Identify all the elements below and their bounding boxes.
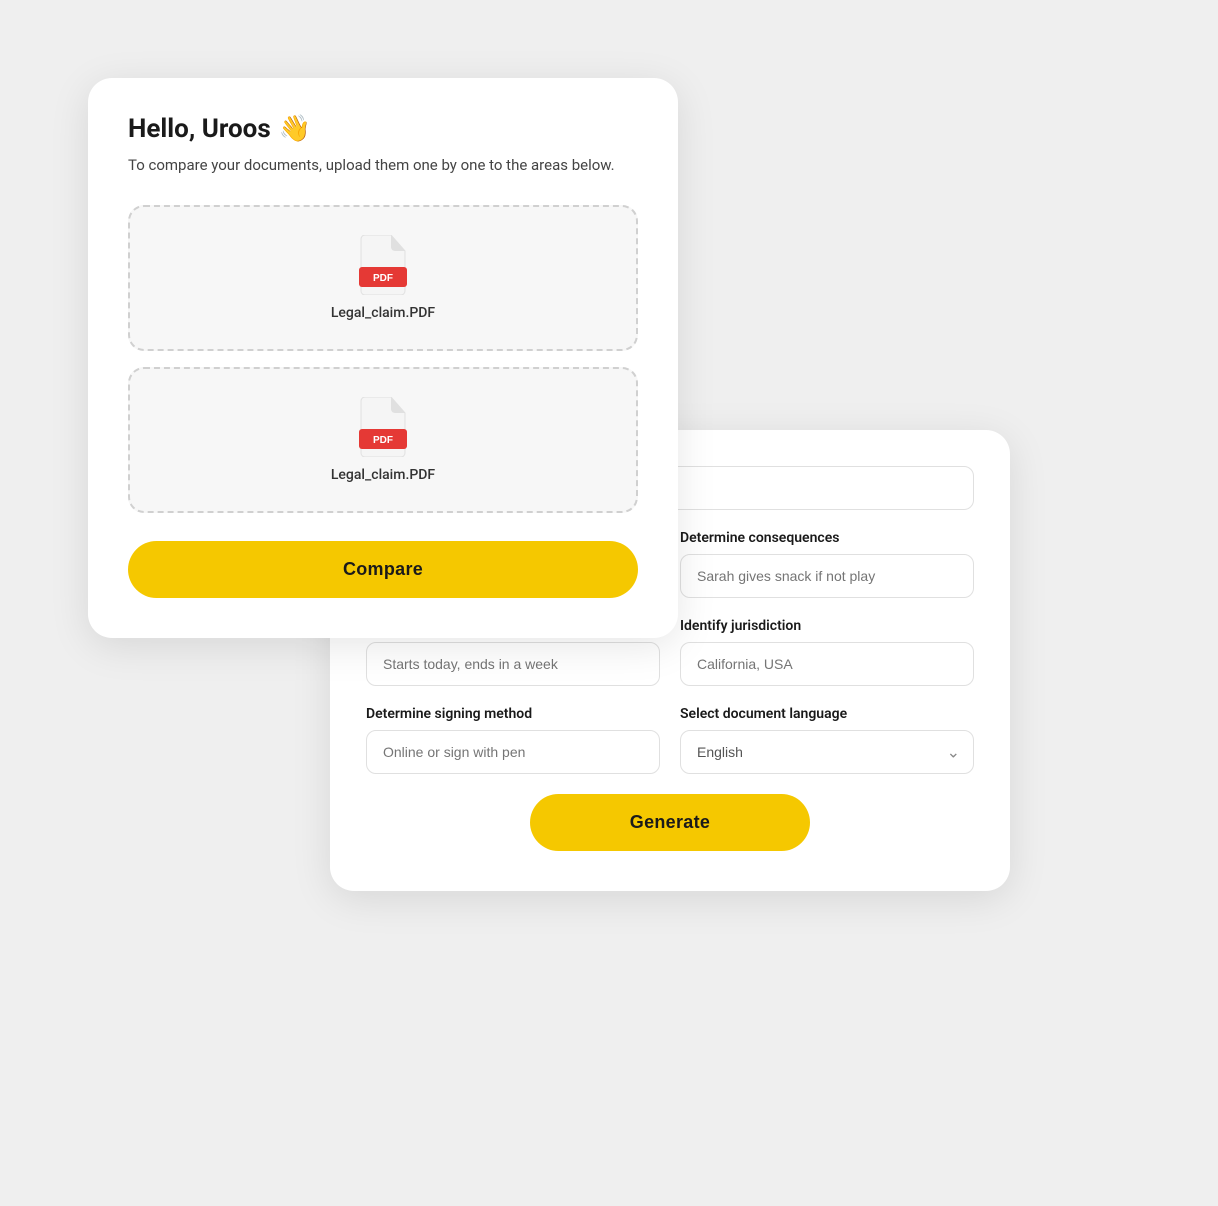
determine-consequences-group: Determine consequences xyxy=(680,530,974,598)
identify-jurisdiction-label: Identify jurisdiction xyxy=(680,618,974,634)
determine-signing-group: Determine signing method xyxy=(366,706,660,774)
specify-dates-input[interactable] xyxy=(366,642,660,686)
file-name-2: Legal_claim.PDF xyxy=(331,467,435,483)
form-row-3: Determine signing method Select document… xyxy=(366,706,974,774)
upload-zone-1[interactable]: PDF Legal_claim.PDF xyxy=(128,205,638,351)
select-language-label: Select document language xyxy=(680,706,974,722)
select-language-group: Select document language English Spanish… xyxy=(680,706,974,774)
pdf-icon-2: PDF xyxy=(357,397,409,457)
compare-card: Hello, Uroos 👋 To compare your documents… xyxy=(88,78,678,638)
pdf-icon-1: PDF xyxy=(357,235,409,295)
language-select-wrapper: English Spanish French German Chinese xyxy=(680,730,974,774)
compare-button[interactable]: Compare xyxy=(128,541,638,598)
greeting-text: Hello, Uroos xyxy=(128,114,271,144)
generate-button[interactable]: Generate xyxy=(530,794,810,851)
language-select[interactable]: English Spanish French German Chinese xyxy=(680,730,974,774)
upload-zone-2[interactable]: PDF Legal_claim.PDF xyxy=(128,367,638,513)
identify-jurisdiction-input[interactable] xyxy=(680,642,974,686)
identify-jurisdiction-group: Identify jurisdiction xyxy=(680,618,974,686)
svg-text:PDF: PDF xyxy=(373,435,393,446)
svg-text:PDF: PDF xyxy=(373,273,393,284)
determine-consequences-label: Determine consequences xyxy=(680,530,974,546)
determine-consequences-input[interactable] xyxy=(680,554,974,598)
subtitle: To compare your documents, upload them o… xyxy=(128,154,638,177)
file-name-1: Legal_claim.PDF xyxy=(331,305,435,321)
greeting-emoji: 👋 xyxy=(279,114,311,144)
greeting: Hello, Uroos 👋 xyxy=(128,114,638,144)
determine-signing-input[interactable] xyxy=(366,730,660,774)
determine-signing-label: Determine signing method xyxy=(366,706,660,722)
